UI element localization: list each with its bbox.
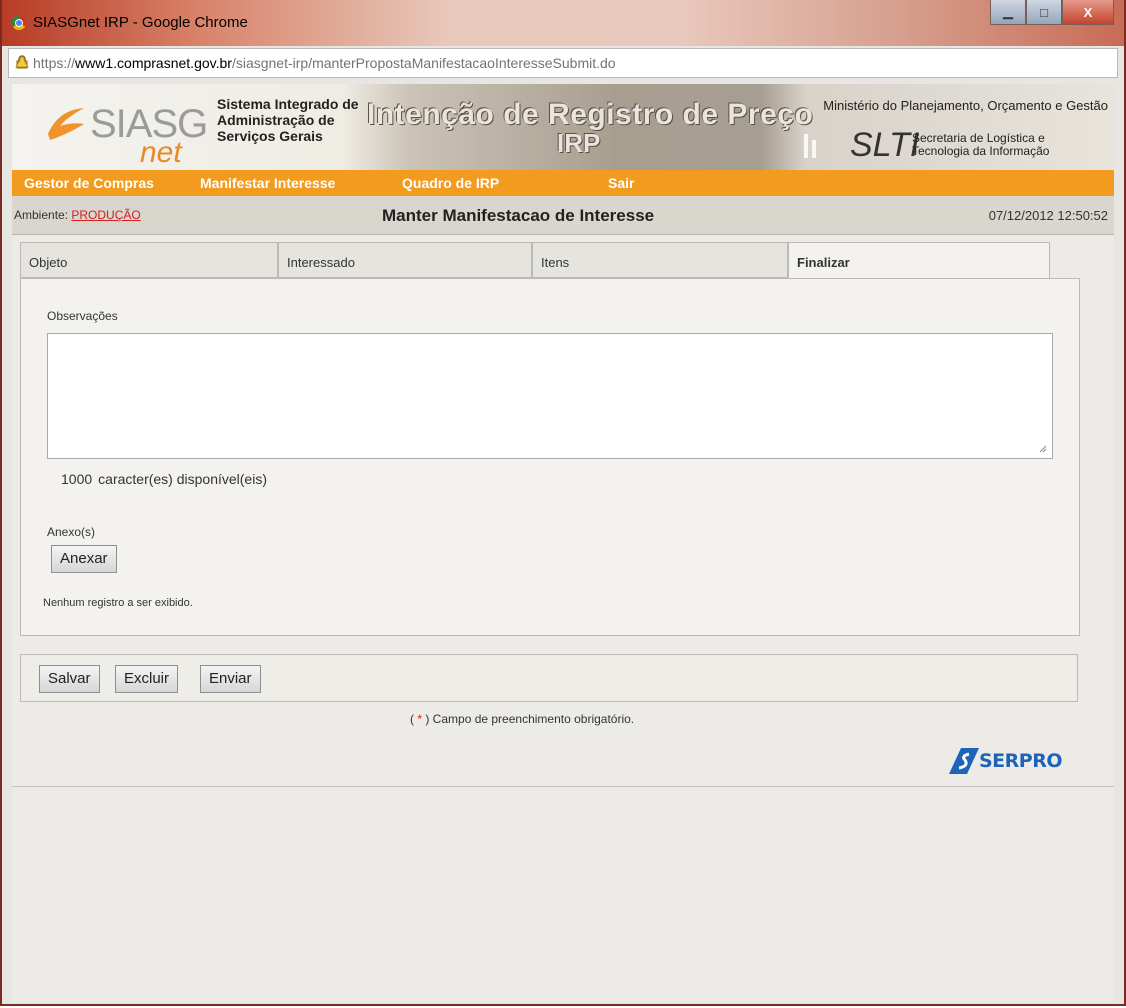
serpro-text: SERPRO [979, 750, 1063, 772]
page-title: Manter Manifestacao de Interesse [382, 206, 655, 225]
empty-records-text: Nenhum registro a ser exibido. [43, 597, 193, 609]
security-warning-icon [15, 55, 29, 69]
tab-finalizar[interactable]: Finalizar [788, 242, 1050, 279]
slti-description: Secretaria de Logística e Tecnologia da … [912, 132, 1049, 158]
url-host: www1.comprasnet.gov.br [75, 55, 232, 71]
menu-quadro-irp[interactable]: Quadro de IRP [402, 175, 499, 191]
siasg-logo: SIASG net [44, 98, 208, 169]
char-count-text: caracter(es) disponível(eis) [98, 471, 267, 487]
ministry-name: Ministério do Planejamento, Orçamento e … [823, 98, 1108, 113]
tab-finalizar-label: Finalizar [797, 255, 850, 270]
address-bar[interactable]: https://www1.comprasnet.gov.br/siasgnet-… [8, 48, 1118, 78]
save-button[interactable]: Salvar [39, 665, 100, 693]
footer-divider [12, 786, 1114, 787]
tab-interessado-label: Interessado [287, 255, 355, 270]
menu-gestor-compras[interactable]: Gestor de Compras [24, 175, 154, 191]
environment-link[interactable]: PRODUÇÃO [71, 208, 140, 222]
tab-itens-label: Itens [541, 255, 570, 270]
page-content: SIASG net Sistema Integrado de Administr… [12, 84, 1114, 1002]
environment-label-text: Ambiente: [14, 208, 72, 222]
irp-banner-subtitle: IRP [557, 128, 601, 158]
char-count-value: 1000 [61, 471, 93, 487]
system-name-line1: Sistema Integrado de [217, 96, 359, 112]
browser-window: SIASGnet IRP - Google Chrome ▁ □ X https… [0, 0, 1126, 1006]
delete-button[interactable]: Excluir [115, 665, 179, 693]
url-prefix: https:// [33, 55, 76, 71]
slti-bars-icon [804, 134, 816, 158]
slti-logo-text: SLTI [850, 126, 920, 164]
datetime: 07/12/2012 12:50:52 [988, 208, 1108, 223]
action-bar: Salvar Excluir Enviar [20, 654, 1078, 702]
irp-banner-title: Intenção de Registro de Preço [367, 98, 814, 131]
anexar-button[interactable]: Anexar [51, 545, 117, 573]
tab-itens[interactable]: Itens [532, 242, 788, 278]
site-header: SIASG net Sistema Integrado de Administr… [12, 84, 1114, 170]
system-name: Sistema Integrado de Administração de Se… [217, 96, 359, 144]
send-button[interactable]: Enviar [200, 665, 261, 693]
resize-grip-icon[interactable] [1037, 443, 1047, 453]
tab-objeto[interactable]: Objeto [20, 242, 278, 278]
char-counter: 1000 caracter(es) disponível(eis) [61, 471, 267, 487]
tab-objeto-label: Objeto [29, 255, 68, 270]
siasg-swirl-icon [48, 108, 84, 140]
observacoes-label: Observações [47, 309, 118, 323]
slti-logo: SLTI Secretaria de Logística e Tecnologi… [792, 122, 1108, 164]
serpro-s-icon [949, 748, 979, 774]
tab-bar: Objeto Interessado Itens Finalizar [20, 242, 1078, 279]
tab-interessado[interactable]: Interessado [278, 242, 532, 278]
environment-label: Ambiente: PRODUÇÃO [14, 208, 141, 222]
menu-sair[interactable]: Sair [608, 175, 634, 191]
logo-net-text: net [140, 136, 182, 169]
slti-line2: Tecnologia da Informação [912, 144, 1050, 158]
system-name-line3: Serviços Gerais [217, 128, 323, 144]
observacoes-textarea[interactable] [47, 333, 1053, 459]
window-title: SIASGnet IRP - Google Chrome [33, 14, 248, 31]
window-titlebar: SIASGnet IRP - Google Chrome ▁ □ X [2, 0, 1124, 46]
maximize-button[interactable]: □ [1026, 0, 1062, 25]
url-path: /siasgnet-irp/manterPropostaManifestacao… [231, 55, 616, 71]
main-menu: Gestor de Compras Manifestar Interesse Q… [12, 170, 1114, 196]
window-controls: ▁ □ X [990, 0, 1114, 26]
minimize-button[interactable]: ▁ [990, 0, 1026, 25]
system-name-line2: Administração de [217, 112, 335, 128]
required-field-note: ( * ) Campo de preenchimento obrigatório… [410, 712, 634, 726]
menu-manifestar-interesse[interactable]: Manifestar Interesse [200, 175, 335, 191]
chrome-icon [12, 16, 26, 30]
environment-bar: Ambiente: PRODUÇÃO Manter Manifestacao d… [12, 196, 1114, 235]
close-button[interactable]: X [1062, 0, 1114, 25]
required-note-text: ) Campo de preenchimento obrigatório. [422, 712, 635, 726]
url-text: https://www1.comprasnet.gov.br/siasgnet-… [33, 55, 616, 71]
serpro-logo: SERPRO [947, 744, 1087, 780]
anexos-label: Anexo(s) [47, 525, 96, 539]
finalizar-panel: Observações 1000 caracter(es) disponível(… [20, 278, 1080, 636]
